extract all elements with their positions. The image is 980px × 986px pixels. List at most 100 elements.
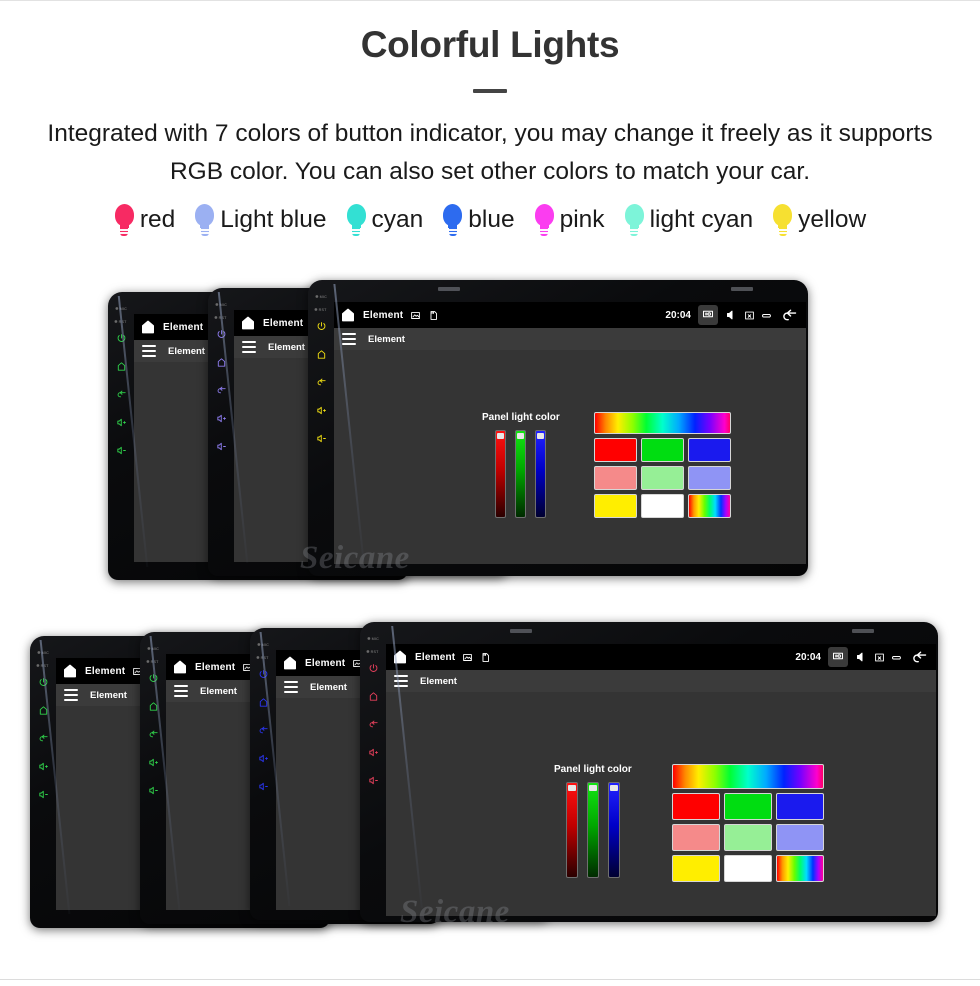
slider-knob[interactable] bbox=[609, 784, 618, 791]
blue-slider[interactable] bbox=[607, 782, 620, 878]
sdcard-icon[interactable] bbox=[480, 652, 491, 663]
hamburger-menu-icon[interactable] bbox=[242, 341, 256, 353]
close-screen-icon[interactable] bbox=[744, 310, 755, 321]
picture-icon[interactable] bbox=[462, 652, 473, 663]
hamburger-menu-icon[interactable] bbox=[342, 333, 356, 345]
light-green-swatch[interactable] bbox=[640, 466, 684, 490]
home-icon[interactable] bbox=[392, 649, 408, 665]
device-screen[interactable]: Element 20:04 Element Panel light color bbox=[334, 302, 806, 564]
hamburger-menu-icon[interactable] bbox=[142, 345, 156, 357]
rail-button-volume-down[interactable] bbox=[316, 433, 327, 444]
screenshot-icon[interactable] bbox=[698, 305, 718, 325]
hamburger-menu-icon[interactable] bbox=[64, 689, 78, 701]
periwinkle-swatch[interactable] bbox=[687, 466, 731, 490]
rail-button-home[interactable] bbox=[316, 349, 327, 360]
back-arrow-icon[interactable] bbox=[911, 649, 928, 666]
home-icon[interactable] bbox=[172, 659, 188, 675]
rail-button-home[interactable] bbox=[368, 691, 379, 702]
red-slider[interactable] bbox=[565, 782, 578, 878]
rail-button-volume-up[interactable] bbox=[316, 405, 327, 416]
light-green-swatch[interactable] bbox=[723, 824, 772, 851]
rail-button-volume-down[interactable] bbox=[38, 789, 49, 800]
rail-button-volume-up[interactable] bbox=[116, 417, 127, 428]
green-slider[interactable] bbox=[586, 782, 599, 878]
rail-button-volume-down[interactable] bbox=[148, 785, 159, 796]
rail-button-volume-up[interactable] bbox=[148, 757, 159, 768]
picture-icon[interactable] bbox=[410, 310, 421, 321]
rail-button-volume-up[interactable] bbox=[38, 761, 49, 772]
sdcard-icon[interactable] bbox=[428, 310, 439, 321]
blue-swatch[interactable] bbox=[687, 438, 731, 462]
status-bar-title: Element bbox=[163, 321, 204, 333]
rail-button-volume-up[interactable] bbox=[258, 753, 269, 764]
rail-button-volume-down[interactable] bbox=[116, 445, 127, 456]
rail-button-volume-down[interactable] bbox=[258, 781, 269, 792]
rail-button-back[interactable] bbox=[116, 389, 127, 400]
slider-knob[interactable] bbox=[517, 432, 525, 439]
hamburger-menu-icon[interactable] bbox=[394, 675, 408, 687]
rail-button-volume-down[interactable] bbox=[216, 441, 227, 452]
rail-button-power[interactable] bbox=[148, 673, 159, 684]
mic-label: MIC bbox=[147, 646, 159, 651]
rail-button-back[interactable] bbox=[38, 733, 49, 744]
rainbow-gradient-swatch[interactable] bbox=[671, 764, 824, 789]
green-slider[interactable] bbox=[515, 430, 527, 518]
blue-swatch[interactable] bbox=[775, 793, 824, 820]
rainbow-small-swatch[interactable] bbox=[775, 855, 824, 882]
periwinkle-swatch[interactable] bbox=[775, 824, 824, 851]
rail-button-back[interactable] bbox=[258, 725, 269, 736]
slider-knob[interactable] bbox=[567, 784, 576, 791]
home-icon[interactable] bbox=[340, 307, 356, 323]
slider-knob[interactable] bbox=[588, 784, 597, 791]
yellow-swatch[interactable] bbox=[671, 855, 720, 882]
mute-speaker-icon[interactable] bbox=[725, 309, 737, 321]
rail-button-power[interactable] bbox=[38, 677, 49, 688]
rail-button-volume-up[interactable] bbox=[368, 747, 379, 758]
rail-button-back[interactable] bbox=[368, 719, 379, 730]
screenshot-icon[interactable] bbox=[828, 647, 848, 667]
rainbow-gradient-swatch[interactable] bbox=[593, 412, 731, 434]
slider-knob[interactable] bbox=[497, 432, 505, 439]
salmon-swatch[interactable] bbox=[671, 824, 720, 851]
rail-button-power[interactable] bbox=[258, 669, 269, 680]
rail-button-volume-down[interactable] bbox=[368, 775, 379, 786]
green-swatch[interactable] bbox=[640, 438, 684, 462]
rail-button-home[interactable] bbox=[258, 697, 269, 708]
hamburger-menu-icon[interactable] bbox=[174, 685, 188, 697]
white-swatch[interactable] bbox=[723, 855, 772, 882]
eject-icon[interactable] bbox=[762, 309, 774, 321]
rail-button-home[interactable] bbox=[116, 361, 127, 372]
rail-button-power[interactable] bbox=[216, 329, 227, 340]
mute-speaker-icon[interactable] bbox=[855, 651, 867, 663]
green-swatch[interactable] bbox=[723, 793, 772, 820]
red-swatch[interactable] bbox=[593, 438, 637, 462]
rainbow-small-swatch[interactable] bbox=[687, 494, 731, 518]
rail-button-power[interactable] bbox=[316, 321, 327, 332]
rail-button-home[interactable] bbox=[38, 705, 49, 716]
rail-button-home[interactable] bbox=[216, 357, 227, 368]
device-screen[interactable]: Element 20:04 Element Panel light color bbox=[386, 644, 936, 916]
eject-icon[interactable] bbox=[892, 651, 904, 663]
salmon-swatch[interactable] bbox=[593, 466, 637, 490]
rail-button-back[interactable] bbox=[316, 377, 327, 388]
rail-button-volume-up[interactable] bbox=[216, 413, 227, 424]
app-bar: Element bbox=[386, 670, 936, 692]
home-icon[interactable] bbox=[240, 315, 256, 331]
rail-button-power[interactable] bbox=[116, 333, 127, 344]
red-slider[interactable] bbox=[495, 430, 507, 518]
blue-slider[interactable] bbox=[535, 430, 547, 518]
back-arrow-icon[interactable] bbox=[781, 307, 798, 324]
rail-button-back[interactable] bbox=[148, 729, 159, 740]
home-icon[interactable] bbox=[140, 319, 156, 335]
slider-knob[interactable] bbox=[537, 432, 545, 439]
home-icon[interactable] bbox=[62, 663, 78, 679]
rail-button-home[interactable] bbox=[148, 701, 159, 712]
rail-button-power[interactable] bbox=[368, 663, 379, 674]
white-swatch[interactable] bbox=[640, 494, 684, 518]
yellow-swatch[interactable] bbox=[593, 494, 637, 518]
red-swatch[interactable] bbox=[671, 793, 720, 820]
close-screen-icon[interactable] bbox=[874, 652, 885, 663]
hamburger-menu-icon[interactable] bbox=[284, 681, 298, 693]
home-icon[interactable] bbox=[282, 655, 298, 671]
rail-button-back[interactable] bbox=[216, 385, 227, 396]
